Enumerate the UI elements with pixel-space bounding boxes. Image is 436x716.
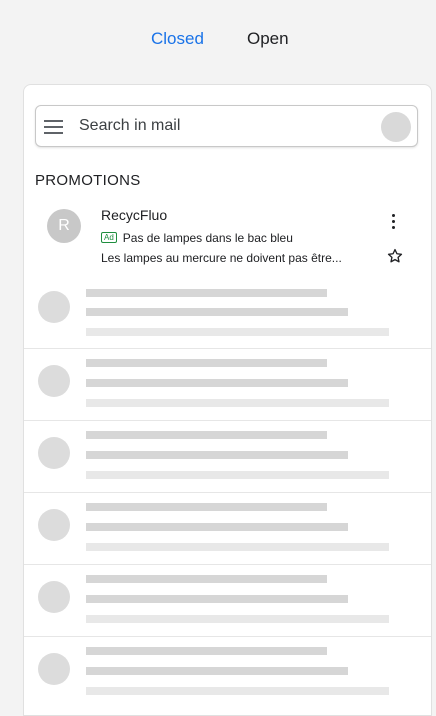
star-outline-icon[interactable] <box>386 247 404 265</box>
placeholder-line <box>86 451 348 459</box>
placeholder-line <box>86 471 389 479</box>
placeholder-line <box>86 647 327 655</box>
sender-name: RecycFluo <box>101 207 168 223</box>
placeholder-line <box>86 667 348 675</box>
placeholder-line <box>86 359 327 367</box>
placeholder-line <box>86 595 348 603</box>
account-avatar[interactable] <box>381 112 411 142</box>
placeholder-line <box>86 503 327 511</box>
placeholder-line <box>86 399 389 407</box>
promo-email-item[interactable]: R RecycFluo Ad Pas de lampes dans le bac … <box>24 201 431 273</box>
placeholder-row <box>24 421 431 493</box>
placeholder-line <box>86 575 327 583</box>
placeholder-avatar <box>38 509 70 541</box>
placeholder-row <box>24 349 431 421</box>
placeholder-avatar <box>38 437 70 469</box>
more-vertical-icon[interactable] <box>390 213 398 229</box>
placeholder-line <box>86 615 389 623</box>
subject-line: Ad Pas de lampes dans le bac bleu <box>101 231 293 245</box>
placeholder-line <box>86 687 389 695</box>
search-bar[interactable]: Search in mail <box>35 105 418 147</box>
placeholder-avatar <box>38 581 70 613</box>
hamburger-menu-icon[interactable] <box>44 120 63 134</box>
placeholder-line <box>86 523 348 531</box>
tab-open[interactable]: Open <box>247 28 289 50</box>
placeholder-avatar <box>38 653 70 685</box>
placeholder-line <box>86 308 348 316</box>
mail-panel: Search in mail PROMOTIONS R RecycFluo Ad… <box>23 84 432 716</box>
placeholder-line <box>86 431 327 439</box>
placeholder-line <box>86 289 327 297</box>
placeholder-row <box>24 273 431 345</box>
placeholder-line <box>86 379 348 387</box>
placeholder-line <box>86 328 389 336</box>
placeholder-row <box>24 493 431 565</box>
placeholder-line <box>86 543 389 551</box>
email-snippet: Les lampes au mercure ne doivent pas êtr… <box>101 251 342 265</box>
placeholder-avatar <box>38 365 70 397</box>
section-title: PROMOTIONS <box>35 172 141 189</box>
placeholder-row <box>24 565 431 637</box>
email-subject: Pas de lampes dans le bac bleu <box>122 231 293 245</box>
placeholder-row <box>24 637 431 709</box>
sender-avatar: R <box>47 209 81 243</box>
placeholder-avatar <box>38 291 70 323</box>
view-tabs: Closed Open <box>0 0 436 84</box>
search-input[interactable]: Search in mail <box>79 117 180 135</box>
tab-closed[interactable]: Closed <box>151 28 204 50</box>
ad-badge: Ad <box>101 232 117 243</box>
